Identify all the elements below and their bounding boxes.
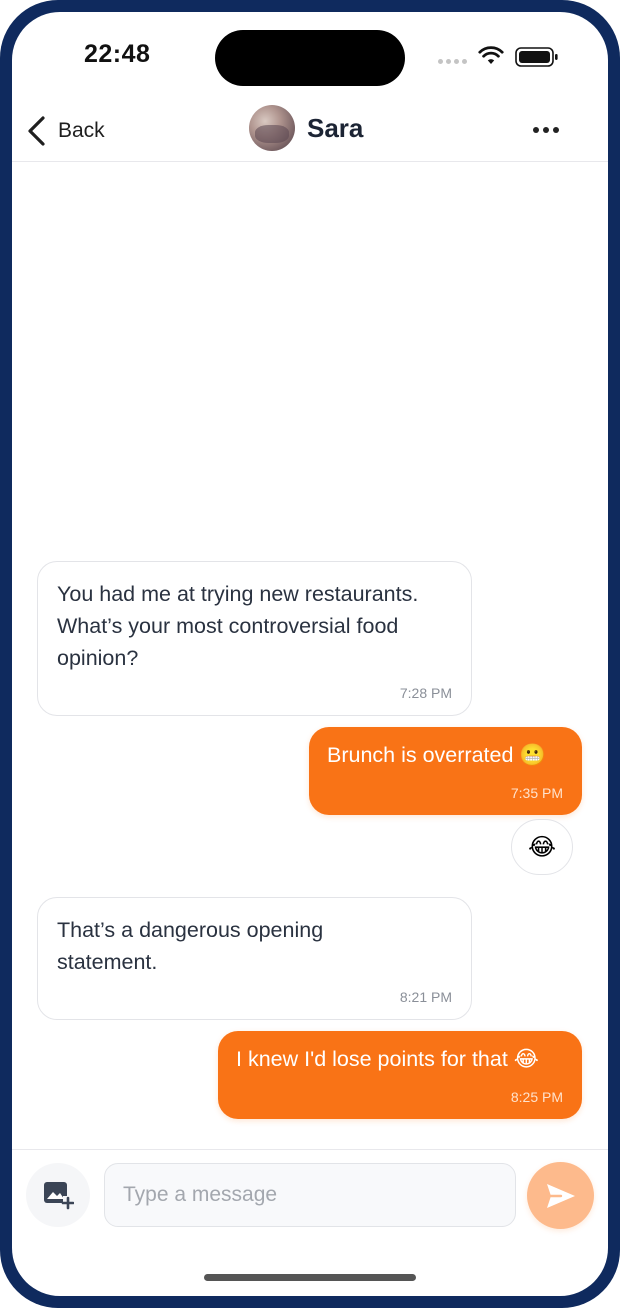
message-time: 7:28 PM: [399, 685, 452, 701]
signal-icon: [438, 59, 467, 64]
device-frame: 22:48 Back Sara You had me at trying new…: [0, 0, 620, 1308]
wifi-icon: [478, 46, 504, 64]
message-list[interactable]: You had me at trying new restaurants. Wh…: [12, 163, 608, 1149]
message-text: statement.: [57, 950, 158, 974]
message-text: I knew I'd lose points for that 😂: [236, 1047, 539, 1071]
outgoing-message[interactable]: I knew I'd lose points for that 😂 8:25 P…: [218, 1031, 582, 1119]
contact-name: Sara: [307, 112, 364, 143]
message-time: 8:21 PM: [399, 989, 452, 1005]
incoming-message[interactable]: You had me at trying new restaurants. Wh…: [37, 561, 472, 716]
send-button[interactable]: [527, 1162, 594, 1229]
contact-info[interactable]: Sara: [249, 104, 363, 152]
message-input[interactable]: [104, 1163, 516, 1227]
message-text: That’s a dangerous opening: [57, 918, 324, 942]
message-reaction[interactable]: 😂: [511, 819, 573, 875]
message-time: 7:35 PM: [510, 785, 563, 801]
chat-header: Back Sara: [12, 102, 608, 162]
status-time: 22:48: [84, 40, 151, 68]
message-time: 8:25 PM: [510, 1089, 563, 1105]
back-button[interactable]: Back: [26, 112, 105, 150]
message-text: opinion?: [57, 646, 139, 670]
message-composer: [12, 1149, 608, 1239]
more-options-button[interactable]: [528, 120, 564, 140]
more-horizontal-icon: [533, 127, 539, 133]
outgoing-message[interactable]: Brunch is overrated 😬 7:35 PM: [309, 727, 582, 815]
attach-image-button[interactable]: [26, 1163, 90, 1227]
incoming-message[interactable]: That’s a dangerous opening statement. 8:…: [37, 897, 472, 1020]
screen: 22:48 Back Sara You had me at trying new…: [12, 12, 608, 1296]
send-icon: [546, 1183, 575, 1208]
message-text: Brunch is overrated 😬: [327, 743, 547, 767]
add-image-icon: [44, 1182, 74, 1210]
avatar[interactable]: [249, 105, 295, 151]
home-indicator[interactable]: [204, 1274, 416, 1281]
chevron-left-icon: [28, 116, 45, 146]
back-label: Back: [58, 119, 105, 142]
battery-icon: [515, 47, 558, 67]
message-text: What’s your most controversial food: [57, 614, 399, 638]
message-text: You had me at trying new restaurants.: [57, 582, 419, 606]
dynamic-island: [215, 30, 405, 86]
